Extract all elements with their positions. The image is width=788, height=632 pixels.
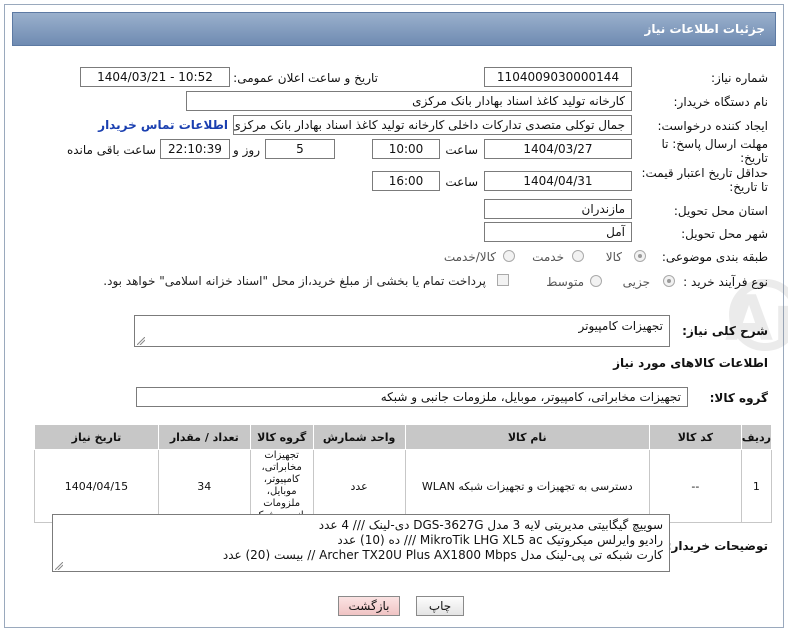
treasury-payment-note: پرداخت تمام یا بخشی از مبلغ خرید،از محل …: [103, 274, 486, 288]
buyer-org-field: کارخانه تولید کاغذ اسناد بهادار بانک مرک…: [186, 91, 632, 111]
col-header-unit: واحد شمارش: [312, 424, 406, 450]
cell-qty: 34: [157, 449, 251, 523]
creator-label: ایجاد کننده درخواست:: [657, 119, 768, 133]
goods-group-field: تجهیزات مخابراتی، کامپیوتر، موبایل، ملزو…: [136, 387, 688, 407]
col-header-group: گروه کالا: [249, 424, 314, 450]
need-number-field: 1104009030000144: [484, 67, 632, 87]
price-deadline-label: حداقل تاریخ اعتبار قیمت: تا تاریخ:: [641, 166, 768, 194]
goods-group-label: گروه کالا:: [709, 391, 768, 405]
resize-grip-icon[interactable]: [137, 337, 145, 345]
resize-grip-icon[interactable]: [55, 562, 63, 570]
category-service-radio[interactable]: [572, 250, 584, 262]
reply-deadline-label: مهلت ارسال پاسخ: تا تاریخ:: [661, 137, 768, 165]
buyer-note-line: سوییچ گیگابیتی مدیریتی لایه 3 مدل DGS-36…: [318, 518, 663, 532]
creator-field: جمال توکلی متصدی تدارکات داخلی کارخانه ت…: [233, 115, 632, 135]
category-label: طبقه بندی موضوعی:: [661, 250, 768, 264]
process-medium-label: متوسط: [546, 275, 584, 289]
cell-date: 1404/04/15: [34, 449, 159, 523]
back-button[interactable]: بازگشت: [338, 596, 400, 616]
col-header-date: تاریخ نیاز: [34, 424, 159, 450]
reply-time-field: 10:00: [372, 139, 440, 159]
process-partial-label: جزیی: [622, 275, 650, 289]
buyer-notes-field: سوییچ گیگابیتی مدیریتی لایه 3 مدل DGS-36…: [52, 514, 670, 572]
cell-unit: عدد: [312, 449, 406, 523]
province-field: مازندران: [484, 199, 632, 219]
remaining-time-field: 22:10:39: [160, 139, 230, 159]
buyer-contact-link[interactable]: اطلاعات تماس خریدار: [98, 118, 228, 132]
buyer-note-line: رادیو وایرلس میکروتیک MikroTik LHG XL5 a…: [337, 533, 663, 547]
summary-label: شرح کلی نیاز:: [682, 324, 768, 338]
process-medium-radio[interactable]: [590, 275, 602, 287]
buyer-note-line: کارت شبکه تی پی-لینک مدل Archer TX20U Pl…: [222, 548, 663, 562]
process-label: نوع فرآیند خرید :: [683, 275, 768, 289]
category-both-radio[interactable]: [503, 250, 515, 262]
col-header-name: نام کالا: [404, 424, 650, 450]
cell-name: دسترسی به تجهیزات و تجهیزات شبکه WLAN: [404, 449, 650, 523]
treasury-payment-checkbox[interactable]: [497, 274, 509, 286]
col-header-code: کد کالا: [648, 424, 742, 450]
buyer-notes-label: توضیحات خریدار:: [666, 539, 768, 553]
need-number-label: شماره نیاز:: [711, 71, 768, 85]
table-header-row: ردیف کد کالا نام کالا واحد شمارش گروه کا…: [34, 424, 773, 450]
announce-date-label: تاریخ و ساعت اعلان عمومی:: [233, 71, 378, 85]
price-time-label: ساعت: [445, 175, 478, 189]
goods-section-title: اطلاعات کالاهای مورد نیاز: [613, 356, 768, 370]
print-button[interactable]: چاپ: [416, 596, 464, 616]
province-label: استان محل تحویل:: [673, 204, 768, 218]
page-title: جزئیات اطلاعات نیاز: [12, 12, 776, 46]
process-partial-radio[interactable]: [663, 275, 675, 287]
category-goods-radio[interactable]: [634, 250, 646, 262]
price-date-field: 1404/04/31: [484, 171, 632, 191]
category-goods-label: کالا: [605, 250, 622, 264]
announce-date-field: 1404/03/21 - 10:52: [80, 67, 230, 87]
summary-field: تجهیزات کامپیوتر: [134, 315, 670, 347]
city-field: آمل: [484, 222, 632, 242]
price-time-field: 16:00: [372, 171, 440, 191]
table-row: 1 -- دسترسی به تجهیزات و تجهیزات شبکه WL…: [34, 449, 773, 523]
col-header-row-no: ردیف: [740, 424, 773, 450]
category-service-label: خدمت: [532, 250, 564, 264]
reply-time-label: ساعت: [445, 143, 478, 157]
cell-group: تجهیزات مخابراتی، کامپیوتر، موبایل، ملزو…: [249, 449, 314, 523]
summary-text: تجهیزات کامپیوتر: [578, 319, 663, 333]
reply-date-field: 1404/03/27: [484, 139, 632, 159]
buyer-org-label: نام دستگاه خریدار:: [673, 95, 769, 109]
cell-code: --: [648, 449, 742, 523]
cell-row-no: 1: [740, 449, 773, 523]
remaining-time-label: ساعت باقی مانده: [66, 143, 156, 157]
days-label: روز و: [233, 143, 260, 157]
days-field: 5: [265, 139, 335, 159]
goods-table: ردیف کد کالا نام کالا واحد شمارش گروه کا…: [34, 424, 773, 523]
col-header-qty: تعداد / مقدار: [157, 424, 251, 450]
city-label: شهر محل تحویل:: [681, 227, 768, 241]
category-both-label: کالا/خدمت: [443, 250, 496, 264]
